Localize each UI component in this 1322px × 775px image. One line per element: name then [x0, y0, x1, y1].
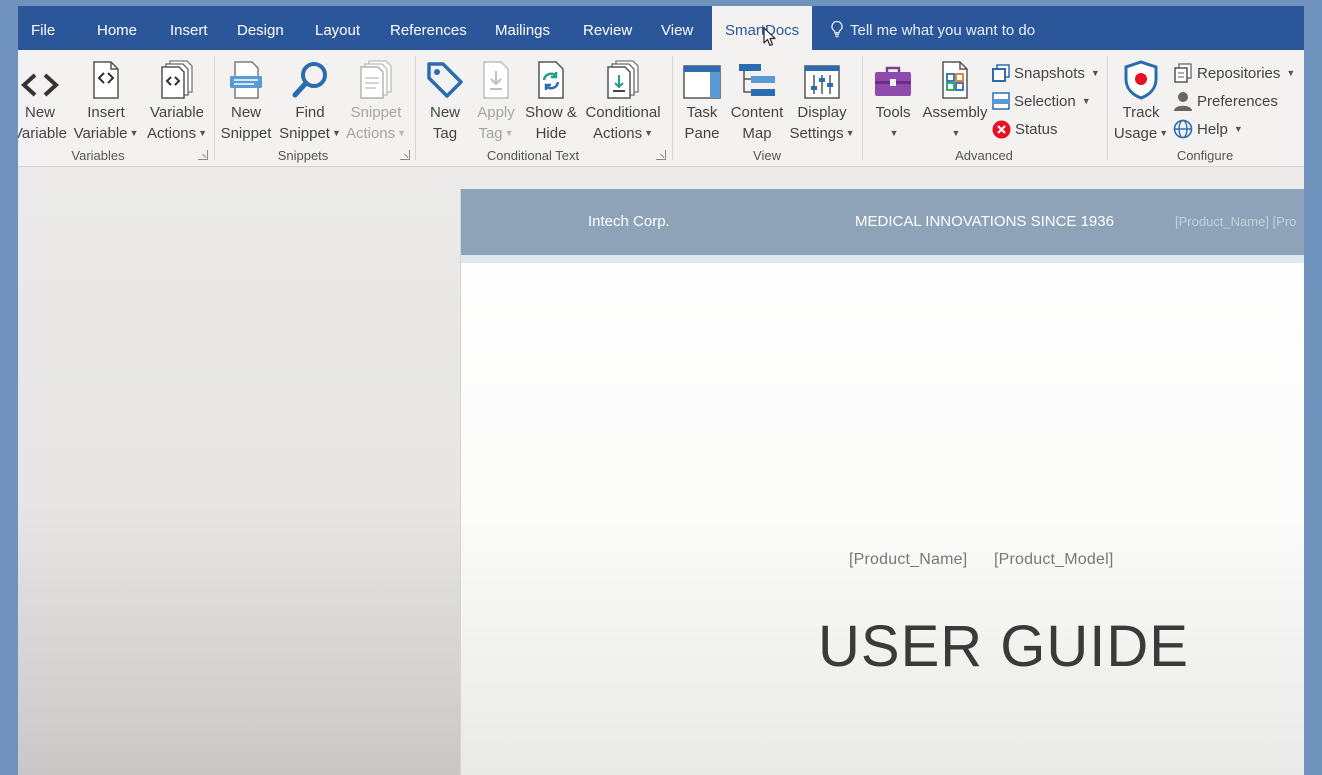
- snippets-dialog-launcher-icon[interactable]: [400, 150, 410, 160]
- snippet-document-icon: [230, 61, 262, 99]
- conditional-actions-button[interactable]: Conditional Actions ▼: [582, 56, 664, 144]
- task-pane-icon: [683, 65, 721, 99]
- apply-tag-button[interactable]: Apply Tag ▼: [472, 56, 520, 144]
- smartdocs-ribbon: New Variable Insert Variable ▼ Variable …: [18, 50, 1304, 167]
- snippet-actions-button[interactable]: Snippet Actions ▼: [345, 56, 407, 144]
- tab-file[interactable]: File: [31, 6, 55, 50]
- sliders-icon: [804, 65, 840, 99]
- document-title: USER GUIDE: [818, 614, 1189, 679]
- repositories-button[interactable]: Repositories ▼: [1173, 61, 1295, 85]
- tab-mailings[interactable]: Mailings: [495, 6, 550, 50]
- variables-dialog-launcher-icon[interactable]: [198, 150, 208, 160]
- tab-insert[interactable]: Insert: [170, 6, 208, 50]
- tools-button[interactable]: Tools ▼: [868, 56, 918, 144]
- group-label-configure: Configure: [1176, 148, 1234, 163]
- variable-actions-button[interactable]: Variable Actions ▼: [144, 56, 210, 144]
- group-label-conditional-text: Conditional Text: [486, 148, 580, 163]
- header-product-fields: [Product_Name] [Pro: [1175, 214, 1297, 229]
- tab-home[interactable]: Home: [97, 6, 137, 50]
- tab-review[interactable]: Review: [583, 6, 632, 50]
- ribbon-tab-bar: File Home Insert Design Layout Reference…: [18, 6, 1304, 52]
- product-model-placeholder[interactable]: [Product_Model]: [994, 551, 1114, 569]
- tab-design[interactable]: Design: [237, 6, 284, 50]
- assembly-document-icon: [942, 61, 968, 99]
- repositories-icon: [1174, 63, 1192, 83]
- group-divider: [672, 56, 673, 160]
- group-label-variables: Variables: [71, 148, 125, 163]
- snapshots-button[interactable]: Snapshots ▼: [992, 61, 1100, 85]
- word-window: File Home Insert Design Layout Reference…: [18, 6, 1304, 775]
- status-button[interactable]: Status: [992, 117, 1058, 141]
- documents-stack-icon: [360, 60, 392, 99]
- group-divider: [862, 56, 863, 160]
- user-icon: [1174, 92, 1192, 111]
- documents-download-icon: [607, 60, 639, 99]
- header-company: Intech Corp.: [588, 213, 670, 230]
- insert-variable-button[interactable]: Insert Variable ▼: [71, 56, 141, 144]
- globe-icon: [1173, 119, 1193, 139]
- assembly-button[interactable]: Assembly ▼: [920, 56, 990, 144]
- document-refresh-icon: [538, 61, 564, 99]
- track-usage-button[interactable]: Track Usage ▼: [1112, 56, 1170, 144]
- mouse-cursor-icon: [763, 27, 776, 47]
- group-divider: [214, 56, 215, 160]
- display-settings-button[interactable]: Display Settings ▼: [788, 56, 856, 144]
- toolbox-icon: [875, 66, 911, 96]
- documents-code-icon: [161, 60, 193, 99]
- lightbulb-icon: [831, 20, 843, 38]
- help-button[interactable]: Help ▼: [1173, 117, 1243, 141]
- tab-view[interactable]: View: [661, 6, 693, 50]
- content-map-button[interactable]: Content Map: [728, 56, 786, 144]
- product-name-placeholder[interactable]: [Product_Name]: [849, 551, 967, 569]
- code-brackets-icon: [21, 73, 59, 97]
- selection-button[interactable]: Selection ▼: [992, 89, 1091, 113]
- header-tagline: MEDICAL INNOVATIONS SINCE 1936: [855, 213, 1114, 230]
- tell-me-search[interactable]: Tell me what you want to do: [830, 6, 1035, 50]
- show-hide-button[interactable]: Show & Hide: [522, 56, 580, 144]
- document-page[interactable]: Intech Corp. MEDICAL INNOVATIONS SINCE 1…: [460, 189, 1304, 775]
- group-divider: [1107, 56, 1108, 160]
- group-divider: [415, 56, 416, 160]
- tell-me-text: Tell me what you want to do: [850, 22, 1036, 39]
- selection-icon: [992, 92, 1010, 110]
- preferences-button[interactable]: Preferences: [1173, 89, 1278, 113]
- header-divider: [461, 255, 1304, 263]
- shield-icon: [1124, 60, 1158, 100]
- conditional-text-dialog-launcher-icon[interactable]: [656, 150, 666, 160]
- new-tag-button[interactable]: New Tag: [422, 56, 468, 144]
- page-header-band: Intech Corp. MEDICAL INNOVATIONS SINCE 1…: [461, 189, 1304, 255]
- error-status-icon: [992, 120, 1011, 138]
- tab-references[interactable]: References: [390, 6, 467, 50]
- content-map-icon: [739, 64, 775, 96]
- document-canvas: Intech Corp. MEDICAL INNOVATIONS SINCE 1…: [18, 167, 1304, 775]
- tab-layout[interactable]: Layout: [315, 6, 360, 50]
- new-snippet-button[interactable]: New Snippet: [218, 56, 274, 144]
- magnifier-icon: [292, 62, 327, 98]
- document-download-icon: [483, 61, 509, 99]
- snapshot-icon: [992, 64, 1010, 82]
- tag-icon: [427, 62, 463, 98]
- document-code-icon: [93, 61, 119, 99]
- group-label-snippets: Snippets: [277, 148, 329, 163]
- group-label-view: View: [753, 148, 781, 163]
- find-snippet-button[interactable]: Find Snippet ▼: [277, 56, 343, 144]
- group-label-advanced: Advanced: [955, 148, 1013, 163]
- new-variable-button[interactable]: New Variable: [18, 56, 68, 144]
- task-pane-button[interactable]: Task Pane: [678, 56, 726, 144]
